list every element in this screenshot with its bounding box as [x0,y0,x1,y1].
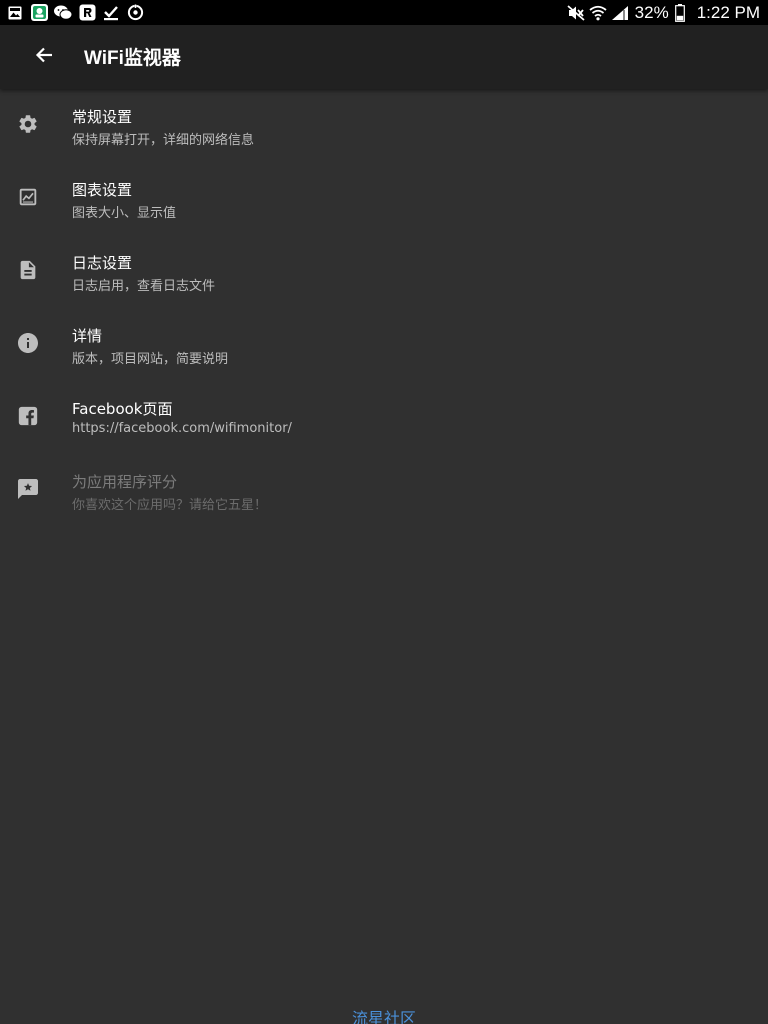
settings-item-title: 日志设置 [72,254,133,272]
wifi-icon [589,4,607,22]
info-icon [16,331,40,355]
gallery-notification-icon [6,4,24,22]
settings-item-general[interactable]: 常规设置 保持屏幕打开，详细的网络信息 [0,89,768,162]
status-clock: 1:22 PM [696,2,760,22]
cellular-signal-icon [611,4,629,22]
screen: 32% 1:22 PM WiFi监视器 常规设置 保持屏幕打开，详细的网络信息 [0,0,768,1024]
settings-item-about[interactable]: 详情 版本，项目网站，简要说明 [0,308,768,381]
settings-item-summary: 你喜欢这个应用吗？请给它五星！ [72,498,268,513]
gear-icon [16,112,40,136]
mute-icon [567,4,585,22]
settings-item-title: 详情 [72,327,103,345]
settings-item-facebook[interactable]: Facebook页面 https://facebook.com/wifimoni… [0,381,768,454]
system-status: 32% 1:22 PM [567,0,760,25]
chart-icon [16,185,40,209]
settings-item-summary: 图表大小、显示值 [72,206,177,221]
settings-item-title: 为应用程序评分 [72,473,178,491]
settings-item-log[interactable]: 日志设置 日志启用，查看日志文件 [0,235,768,308]
settings-item-title: 常规设置 [72,108,133,126]
wechat-icon [54,4,72,22]
battery-icon [671,3,689,22]
facebook-icon [16,404,40,428]
settings-item-summary: 保持屏幕打开，详细的网络信息 [72,133,255,148]
sync-icon [126,4,144,22]
settings-list: 常规设置 保持屏幕打开，详细的网络信息 图表设置 图表大小、显示值 日志设置 日… [0,89,768,527]
settings-item-summary: 日志启用，查看日志文件 [72,279,216,294]
settings-item-summary: 版本，项目网站，简要说明 [72,352,229,367]
document-icon [16,258,40,282]
rate-star-icon [16,477,40,501]
app-notification-icon [30,4,48,22]
battery-percentage: 32% [634,2,669,22]
download-done-icon [102,4,120,22]
arrow-back-icon [35,47,53,67]
page-title: WiFi监视器 [84,48,181,69]
settings-item-title: 图表设置 [72,181,133,199]
back-button[interactable] [28,45,60,69]
status-bar: 32% 1:22 PM [0,0,768,25]
watermark: 流星社区 [351,1009,416,1024]
reader-app-icon [78,4,96,22]
settings-item-summary: https://facebook.com/wifimonitor/ [72,421,292,436]
notification-icons [6,0,150,25]
settings-item-chart[interactable]: 图表设置 图表大小、显示值 [0,162,768,235]
settings-item-rate-app[interactable]: 为应用程序评分 你喜欢这个应用吗？请给它五星！ [0,454,768,527]
settings-item-title: Facebook页面 [72,400,173,418]
app-bar: WiFi监视器 [0,25,768,89]
